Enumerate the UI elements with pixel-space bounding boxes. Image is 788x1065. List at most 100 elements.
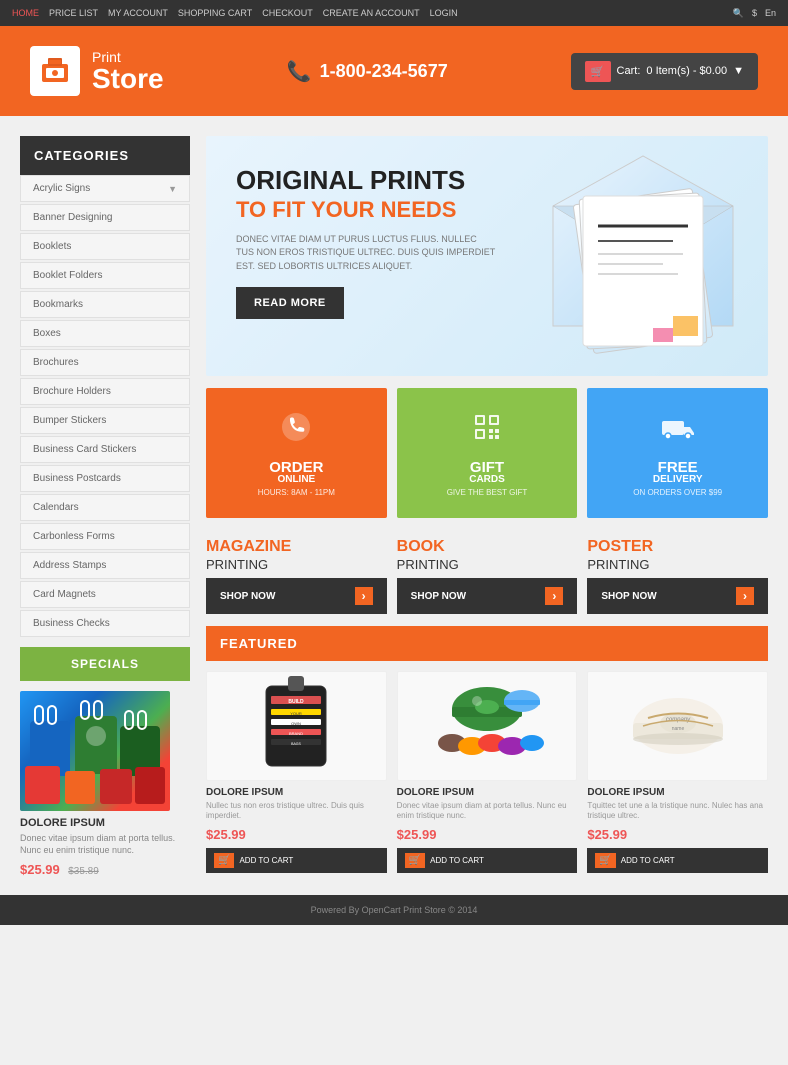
book-header: BOOK PRINTING bbox=[397, 530, 578, 578]
cat-business-checks[interactable]: Business Checks bbox=[20, 610, 190, 637]
cat-address-stamps[interactable]: Address Stamps bbox=[20, 552, 190, 579]
hero-banner: ORIGINAL PRINTS TO FIT YOUR NEEDS DONEC … bbox=[206, 136, 768, 376]
hero-desc: DONEC VITAE DIAM UT PURUS LUCTUS FLIUS. … bbox=[236, 233, 496, 274]
feature-gift-cards[interactable]: GIFT CARDS GIVE THE BEST GIFT bbox=[397, 388, 578, 518]
poster-type: POSTER bbox=[587, 538, 653, 555]
cat-boxes[interactable]: Boxes bbox=[20, 320, 190, 347]
cat-bumper-stickers[interactable]: Bumper Stickers bbox=[20, 407, 190, 434]
product-name-1: DOLORE IPSUM bbox=[206, 787, 387, 798]
cat-booklets[interactable]: Booklets bbox=[20, 233, 190, 260]
svg-text:name: name bbox=[671, 726, 684, 732]
product-name-2: DOLORE IPSUM bbox=[397, 787, 578, 798]
footer-text: Powered By OpenCart Print Store © 2014 bbox=[311, 905, 478, 915]
cart-label: Cart: bbox=[617, 65, 641, 77]
cat-banner-designing[interactable]: Banner Designing bbox=[20, 204, 190, 231]
sidebar-product-old-price: $35.89 bbox=[68, 866, 99, 877]
poster-word: PRINTING bbox=[587, 557, 649, 572]
delivery-subtitle: DELIVERY bbox=[653, 475, 703, 485]
svg-text:BAGS: BAGS bbox=[291, 742, 301, 746]
poster-arrow-icon: › bbox=[736, 587, 754, 605]
cat-business-card-stickers[interactable]: Business Card Stickers bbox=[20, 436, 190, 463]
poster-shop-now[interactable]: SHOP NOW › bbox=[587, 578, 768, 614]
add-to-cart-3[interactable]: 🛒 ADD TO CART bbox=[587, 848, 768, 873]
right-content: ORIGINAL PRINTS TO FIT YOUR NEEDS DONEC … bbox=[190, 136, 768, 879]
book-shop-now[interactable]: SHOP NOW › bbox=[397, 578, 578, 614]
book-type: BOOK bbox=[397, 538, 445, 555]
svg-text:BUILD: BUILD bbox=[289, 699, 305, 705]
cart-button[interactable]: 🛒 Cart: 0 Item(s) - $0.00 ▼ bbox=[571, 53, 758, 90]
logo-area[interactable]: Print Store bbox=[30, 46, 164, 96]
nav-shoppingcart[interactable]: SHOPPING CART bbox=[178, 8, 252, 18]
product-card-3: company name DOLORE IPSUM Tquittec tet u… bbox=[587, 671, 768, 873]
specials-button[interactable]: SPECIALS bbox=[20, 647, 190, 681]
phone-feature-icon bbox=[278, 409, 314, 452]
search-icon[interactable]: 🔍 bbox=[733, 8, 744, 19]
sidebar-product-price: $25.99 bbox=[20, 862, 60, 877]
qr-feature-icon bbox=[469, 409, 505, 452]
categories-header: CATEGORIES bbox=[20, 136, 190, 175]
cat-brochures[interactable]: Brochures bbox=[20, 349, 190, 376]
sidebar-product-name: DOLORE IPSUM bbox=[20, 817, 190, 829]
nav-myaccount[interactable]: MY ACCOUNT bbox=[108, 8, 168, 18]
cat-business-postcards[interactable]: Business Postcards bbox=[20, 465, 190, 492]
nav-checkout[interactable]: CHECKOUT bbox=[262, 8, 313, 18]
nav-home[interactable]: HOME bbox=[12, 8, 39, 18]
product-desc-2: Donec vitae ipsum diam at porta tellus. … bbox=[397, 801, 578, 822]
cat-bookmarks[interactable]: Bookmarks bbox=[20, 291, 190, 318]
cart-icon-1: 🛒 bbox=[214, 853, 234, 868]
delivery-title: FREE bbox=[658, 460, 698, 475]
cart-items: 0 Item(s) - $0.00 bbox=[646, 65, 727, 77]
product-price-1: $25.99 bbox=[206, 827, 387, 842]
cat-booklet-folders[interactable]: Booklet Folders bbox=[20, 262, 190, 289]
phone-area: 📞 1-800-234-5677 bbox=[287, 59, 448, 84]
language-selector[interactable]: En bbox=[765, 8, 776, 18]
nav-createaccount[interactable]: CREATE AN ACCOUNT bbox=[323, 8, 420, 18]
book-arrow-icon: › bbox=[545, 587, 563, 605]
footer: Powered By OpenCart Print Store © 2014 bbox=[0, 895, 788, 925]
delivery-note: ON ORDERS OVER $99 bbox=[633, 488, 722, 497]
cat-brochure-holders[interactable]: Brochure Holders bbox=[20, 378, 190, 405]
read-more-button[interactable]: READ MORE bbox=[236, 287, 344, 319]
top-nav[interactable]: HOME PRICE LIST MY ACCOUNT SHOPPING CART… bbox=[12, 8, 458, 18]
add-to-cart-1[interactable]: 🛒 ADD TO CART bbox=[206, 848, 387, 873]
chevron-down-icon: ▼ bbox=[168, 184, 177, 194]
poster-printing-section: POSTER PRINTING SHOP NOW › bbox=[587, 530, 768, 614]
main-content: CATEGORIES Acrylic Signs ▼ Banner Design… bbox=[0, 116, 788, 879]
logo-text: Print Store bbox=[92, 49, 164, 93]
featured-products: BUILD YOUR OWN BRAND BAGS DOLORE IPSUM N… bbox=[206, 671, 768, 873]
header: Print Store 📞 1-800-234-5677 🛒 Cart: 0 I… bbox=[0, 26, 788, 116]
currency-indicator: $ bbox=[752, 8, 757, 18]
cat-acrylic-signs[interactable]: Acrylic Signs ▼ bbox=[20, 175, 190, 202]
svg-text:YOUR: YOUR bbox=[291, 711, 303, 716]
product-price-3: $25.99 bbox=[587, 827, 768, 842]
cart-icon: 🛒 bbox=[585, 61, 611, 82]
product-image-2 bbox=[397, 671, 578, 781]
feature-free-delivery[interactable]: FREE DELIVERY ON ORDERS OVER $99 bbox=[587, 388, 768, 518]
product-card-2: DOLORE IPSUM Donec vitae ipsum diam at p… bbox=[397, 671, 578, 873]
top-bar-right: 🔍 $ En bbox=[733, 8, 776, 19]
magazine-word: PRINTING bbox=[206, 557, 268, 572]
svg-text:OWN: OWN bbox=[291, 721, 301, 726]
product-desc-1: Nullec tus non eros tristique ultrec. Du… bbox=[206, 801, 387, 822]
product-image-1: BUILD YOUR OWN BRAND BAGS bbox=[206, 671, 387, 781]
magazine-arrow-icon: › bbox=[355, 587, 373, 605]
nav-pricelist[interactable]: PRICE LIST bbox=[49, 8, 98, 18]
magazine-header: MAGAZINE PRINTING bbox=[206, 530, 387, 578]
sidebar-product-desc: Donec vitae ipsum diam at porta tellus. … bbox=[20, 833, 190, 856]
sidebar: CATEGORIES Acrylic Signs ▼ Banner Design… bbox=[20, 136, 190, 879]
magazine-printing-section: MAGAZINE PRINTING SHOP NOW › bbox=[206, 530, 387, 614]
product-card-1: BUILD YOUR OWN BRAND BAGS DOLORE IPSUM N… bbox=[206, 671, 387, 873]
print-sections: MAGAZINE PRINTING SHOP NOW › BOOK PRINTI… bbox=[206, 530, 768, 614]
product-image-3: company name bbox=[587, 671, 768, 781]
add-to-cart-2[interactable]: 🛒 ADD TO CART bbox=[397, 848, 578, 873]
magazine-shop-now[interactable]: SHOP NOW › bbox=[206, 578, 387, 614]
magazine-type: MAGAZINE bbox=[206, 538, 291, 555]
logo-icon bbox=[30, 46, 80, 96]
cat-calendars[interactable]: Calendars bbox=[20, 494, 190, 521]
cart-icon-2: 🛒 bbox=[405, 853, 425, 868]
cat-card-magnets[interactable]: Card Magnets bbox=[20, 581, 190, 608]
hero-subtitle: TO FIT YOUR NEEDS bbox=[236, 197, 738, 223]
cat-carbonless-forms[interactable]: Carbonless Forms bbox=[20, 523, 190, 550]
nav-login[interactable]: LOGIN bbox=[430, 8, 458, 18]
feature-order-online[interactable]: ORDER ONLINE HOURS: 8AM - 11PM bbox=[206, 388, 387, 518]
